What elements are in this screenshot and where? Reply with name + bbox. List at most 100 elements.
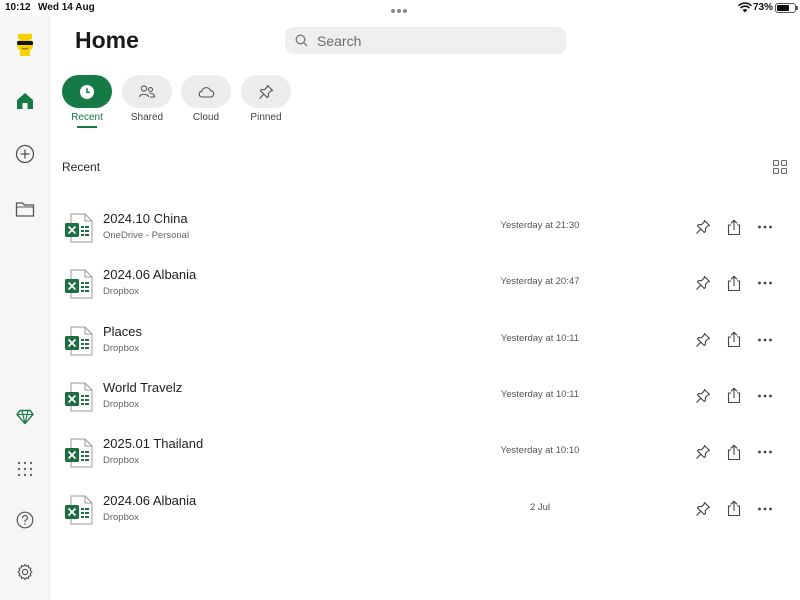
multitasking-dots-icon[interactable] xyxy=(391,5,409,13)
pin-button[interactable] xyxy=(691,440,715,464)
sidebar xyxy=(0,16,50,600)
more-options-button[interactable] xyxy=(753,440,777,464)
share-button[interactable] xyxy=(722,328,746,352)
battery-percentage: 73% xyxy=(753,2,774,13)
sidebar-item-settings[interactable] xyxy=(12,559,38,585)
battery-icon xyxy=(775,3,798,13)
list-item[interactable]: 2024.06 Albania Dropbox 2 Jul xyxy=(62,488,782,530)
file-modified-date: Yesterday at 10:10 xyxy=(500,445,580,457)
more-options-button[interactable] xyxy=(753,384,777,408)
more-options-button[interactable] xyxy=(753,271,777,295)
share-button[interactable] xyxy=(722,271,746,295)
file-location: Dropbox xyxy=(103,398,139,410)
file-location: OneDrive - Personal xyxy=(103,230,190,241)
file-location: Dropbox xyxy=(103,511,139,523)
file-name: Places xyxy=(103,323,143,339)
tab-cloud-label: Cloud xyxy=(192,112,220,123)
search-bar[interactable]: Search xyxy=(285,27,566,54)
more-options-button[interactable] xyxy=(753,215,777,239)
file-location: Dropbox xyxy=(103,342,139,354)
file-modified-date: Yesterday at 20:47 xyxy=(500,276,580,288)
gear-icon xyxy=(17,563,33,581)
share-icon xyxy=(727,331,741,348)
more-icon xyxy=(758,338,772,341)
share-button[interactable] xyxy=(722,384,746,408)
page-title: Home xyxy=(75,27,139,53)
active-tab-indicator xyxy=(77,126,97,128)
pin-icon xyxy=(696,388,711,403)
folder-icon xyxy=(15,202,35,217)
file-name: 2024.10 China xyxy=(103,211,188,226)
grid-view-icon[interactable] xyxy=(772,159,788,175)
tab-recent[interactable]: Recent xyxy=(62,75,112,128)
file-name: 2024.06 Albania xyxy=(103,267,197,283)
sidebar-item-premium[interactable] xyxy=(12,404,38,430)
excel-file-icon xyxy=(65,326,93,356)
excel-file-icon xyxy=(65,495,93,524)
share-icon xyxy=(727,275,741,291)
tab-shared-label: Shared xyxy=(130,112,164,123)
share-button[interactable] xyxy=(722,215,746,239)
help-icon xyxy=(16,511,34,529)
more-options-button[interactable] xyxy=(753,328,777,352)
cloud-icon xyxy=(198,86,215,98)
file-modified-date: 2 Jul xyxy=(529,501,551,513)
avatar[interactable] xyxy=(13,32,37,58)
excel-file-icon xyxy=(65,269,93,299)
grid-dots-icon xyxy=(17,461,33,477)
sidebar-item-home[interactable] xyxy=(12,88,38,114)
file-modified-date: Yesterday at 21:30 xyxy=(500,220,580,231)
tab-pinned-label: Pinned xyxy=(250,112,282,123)
pin-icon xyxy=(696,501,711,516)
sidebar-item-open[interactable] xyxy=(12,196,38,222)
status-date: Wed 14 Aug xyxy=(38,2,95,13)
share-icon xyxy=(727,444,741,460)
pin-button[interactable] xyxy=(691,328,715,352)
pin-icon xyxy=(696,445,711,460)
tab-pinned[interactable]: Pinned xyxy=(241,75,291,123)
pin-button[interactable] xyxy=(691,497,715,521)
more-icon xyxy=(758,394,772,398)
more-options-button[interactable] xyxy=(753,497,777,521)
more-icon xyxy=(758,450,772,454)
excel-file-icon xyxy=(65,382,93,412)
home-icon xyxy=(17,93,33,109)
list-item[interactable]: Places Dropbox Yesterday at 10:11 xyxy=(62,319,782,361)
file-modified-date: Yesterday at 10:11 xyxy=(500,332,580,344)
pin-icon xyxy=(696,332,711,347)
excel-file-icon xyxy=(65,438,93,468)
share-icon xyxy=(727,500,741,517)
pin-button[interactable] xyxy=(691,271,715,295)
more-icon xyxy=(758,281,772,285)
status-bar: 10:12 Wed 14 Aug 73% xyxy=(0,0,800,16)
share-icon xyxy=(727,387,741,404)
plus-circle-icon xyxy=(15,144,35,164)
section-title: Recent xyxy=(62,160,101,174)
tab-shared[interactable]: Shared xyxy=(122,75,172,123)
excel-file-icon xyxy=(65,213,93,243)
list-item[interactable]: 2025.01 Thailand Dropbox Yesterday at 10… xyxy=(62,431,782,473)
sidebar-item-apps[interactable] xyxy=(12,456,38,482)
search-input[interactable]: Search xyxy=(317,33,361,49)
pin-button[interactable] xyxy=(691,384,715,408)
pin-icon xyxy=(696,276,711,291)
more-icon xyxy=(758,225,772,229)
share-button[interactable] xyxy=(722,497,746,521)
wifi-icon xyxy=(738,2,752,13)
file-modified-date: Yesterday at 10:11 xyxy=(500,388,580,400)
status-time: 10:12 xyxy=(5,2,31,13)
clock-icon xyxy=(80,84,94,99)
list-item[interactable]: World Travelz Dropbox Yesterday at 10:11 xyxy=(62,375,782,417)
pin-icon xyxy=(696,219,711,234)
more-icon xyxy=(758,507,772,510)
tab-cloud[interactable]: Cloud xyxy=(181,75,231,123)
sidebar-item-help[interactable] xyxy=(12,507,38,533)
pin-button[interactable] xyxy=(691,215,715,239)
list-item[interactable]: 2024.06 Albania Dropbox Yesterday at 20:… xyxy=(62,262,782,304)
sidebar-item-new[interactable] xyxy=(12,141,38,167)
file-name: 2024.06 Albania xyxy=(103,492,197,508)
pin-icon xyxy=(259,84,274,99)
share-button[interactable] xyxy=(722,440,746,464)
search-icon xyxy=(295,34,308,47)
list-item[interactable]: 2024.10 China OneDrive - Personal Yester… xyxy=(62,206,782,248)
